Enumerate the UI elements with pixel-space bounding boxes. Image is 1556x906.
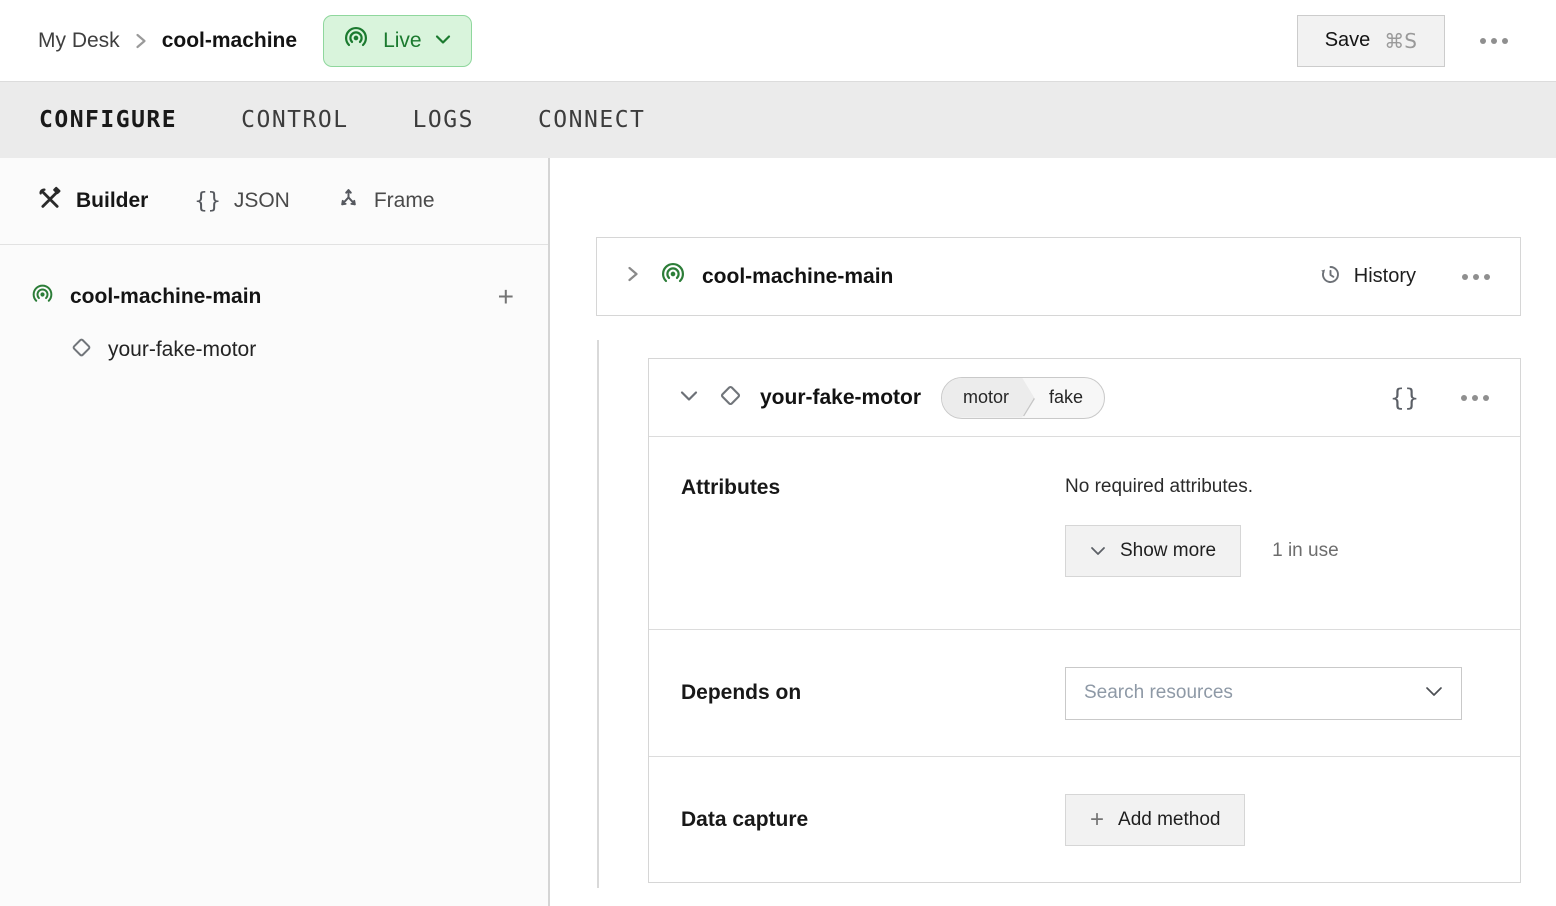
badge-model-label: fake [1049,387,1084,407]
component-card-header: your-fake-motor motor fake {} [649,359,1520,437]
tools-icon [37,186,63,217]
live-status-dropdown[interactable]: Live [323,14,472,67]
chevron-down-icon[interactable] [1425,684,1443,702]
save-button[interactable]: Save ⌘S [1296,14,1445,67]
part-overflow-menu-icon[interactable] [1458,268,1494,286]
attributes-empty-text: No required attributes. [1065,476,1253,497]
history-label: History [1353,265,1416,287]
add-component-button[interactable]: + [498,283,514,311]
attributes-usage-text: 1 in use [1272,540,1339,561]
badge-type-label: motor [963,387,1010,407]
data-capture-label: Data capture [681,807,809,831]
breadcrumb-machine-name: cool-machine [161,28,298,52]
component-overflow-menu-icon[interactable] [1457,389,1493,407]
tab-configure[interactable]: CONFIGURE [39,107,177,133]
chevron-right-icon [135,32,147,50]
machine-part-card: cool-machine-main History [596,237,1521,316]
configure-sidebar: Builder {} JSON Frame cool-machine-main … [0,158,550,906]
component-card: your-fake-motor motor fake {} Attributes… [648,358,1521,883]
badge-model-segment: fake [1036,378,1104,418]
top-header: My Desk cool-machine Live Save ⌘S [0,0,1556,82]
machine-part-icon [30,282,55,312]
edit-json-braces-icon[interactable]: {} [1390,384,1419,412]
machine-online-icon [342,24,370,57]
machine-overflow-menu-icon[interactable] [1476,32,1512,50]
frame-axes-icon [336,186,361,216]
breadcrumb: My Desk cool-machine [38,29,297,53]
attributes-label: Attributes [681,476,781,499]
add-method-label: Add method [1118,808,1221,830]
tree-item-machine-part[interactable]: cool-machine-main + [0,271,548,323]
component-card-title: your-fake-motor [760,385,922,409]
save-button-label: Save [1324,29,1371,51]
depends-on-search-box [1065,666,1462,720]
depends-on-label: Depends on [681,681,802,704]
attributes-section: Attributes No required attributes. Show … [649,437,1520,630]
chevron-down-icon [435,32,451,50]
machine-tab-bar: CONFIGURE CONTROL LOGS CONNECT [0,82,1556,158]
mode-builder-label: Builder [76,189,149,212]
breadcrumb-parent-link[interactable]: My Desk [38,29,120,53]
depends-on-search-input[interactable] [1084,682,1425,704]
tab-control[interactable]: CONTROL [241,107,348,133]
tab-connect[interactable]: CONNECT [538,107,645,133]
add-method-button[interactable]: + Add method [1065,793,1246,846]
save-shortcut-hint: ⌘S [1384,28,1417,53]
resource-tree: cool-machine-main + your-fake-motor [0,245,548,377]
history-clock-icon [1318,262,1343,292]
component-type-badge: motor fake [941,376,1106,419]
depends-on-section: Depends on [649,630,1520,757]
plus-icon: + [1090,805,1105,833]
chevron-down-icon [1090,540,1106,562]
tree-part-label: cool-machine-main [70,285,262,308]
braces-icon: {} [194,188,221,214]
show-more-button[interactable]: Show more [1065,525,1242,577]
part-card-title: cool-machine-main [702,264,894,288]
show-more-label: Show more [1120,540,1217,561]
data-capture-section: Data capture + Add method [649,757,1520,882]
mode-builder[interactable]: Builder [37,186,148,217]
badge-type-segment: motor [942,378,1034,418]
expand-chevron-right-icon[interactable] [627,264,639,289]
tree-connector-line [597,340,599,888]
tree-item-component[interactable]: your-fake-motor [0,323,548,377]
mode-json[interactable]: {} JSON [194,189,290,214]
view-mode-switcher: Builder {} JSON Frame [0,158,548,245]
mode-frame-label: Frame [373,189,435,212]
tree-component-label: your-fake-motor [108,338,257,361]
component-diamond-icon [717,382,744,414]
tab-logs[interactable]: LOGS [413,107,474,133]
mode-frame[interactable]: Frame [336,186,435,216]
component-diamond-icon [69,335,94,365]
configure-main-panel: cool-machine-main History your-fake-moto… [550,158,1556,906]
machine-part-icon [659,260,687,293]
mode-json-label: JSON [233,189,290,212]
collapse-chevron-down-icon[interactable] [679,389,699,407]
live-status-label: Live [383,28,422,52]
history-button[interactable]: History [1318,262,1416,292]
